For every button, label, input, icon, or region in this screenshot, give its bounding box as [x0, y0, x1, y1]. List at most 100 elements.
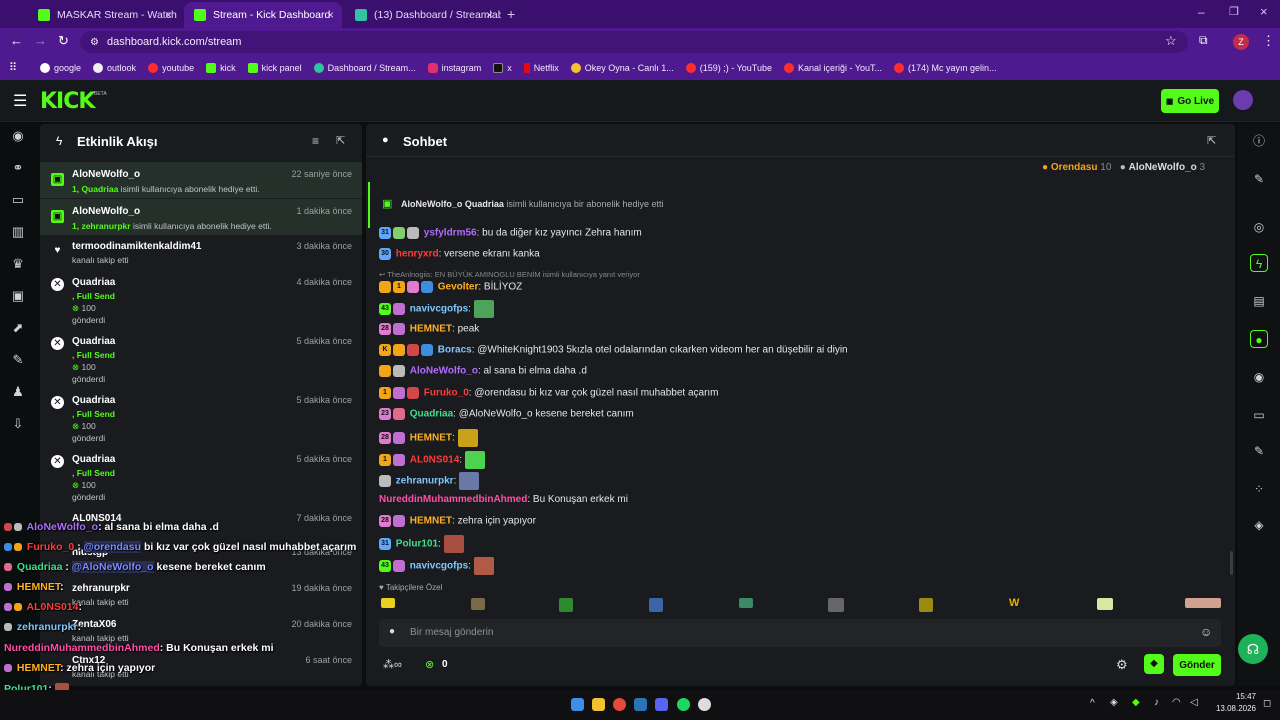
chat-message[interactable]: 43 navivcgofps:	[379, 300, 494, 318]
bookmark-netflix[interactable]: Netflix	[523, 63, 559, 73]
trophy-icon[interactable]: ♛	[8, 254, 28, 274]
activity-item[interactable]: ✕ Quadriaa 5 dakika önce , Full Send ⊗ 1…	[40, 333, 362, 391]
info-icon[interactable]: ⓘ	[1250, 132, 1268, 150]
chat-message[interactable]: 43 navivcgofps:	[379, 557, 494, 575]
emote[interactable]	[559, 598, 573, 612]
wrench-icon[interactable]: ✎	[1250, 442, 1268, 460]
spotify-icon[interactable]	[677, 698, 690, 711]
tray-app-icon[interactable]: ◆	[1132, 697, 1140, 708]
chat-message[interactable]: 31 Polur101:	[379, 535, 464, 553]
bookmark-youtube[interactable]: youtube	[148, 63, 194, 73]
chat-input-field[interactable]: ● Bir mesaj gönderin ☺	[379, 619, 1221, 647]
activity-item[interactable]: ✕ Quadriaa 5 dakika önce , Full Send ⊗ 1…	[40, 392, 362, 450]
support-headset-button[interactable]: ☊	[1238, 634, 1268, 664]
chat-message[interactable]: K Boracs: @WhiteKnight1903 5kızla otel o…	[379, 344, 848, 356]
kick-coin-icon[interactable]: ⊗	[425, 658, 434, 671]
camera-icon[interactable]: ◎	[1250, 218, 1268, 236]
chat-username[interactable]: NureddinMuhammedbinAhmed	[379, 494, 527, 505]
volume-icon[interactable]: ◁	[1190, 697, 1198, 708]
emote-w[interactable]: W	[1009, 597, 1019, 609]
file-explorer-icon[interactable]	[592, 698, 605, 711]
activity-user[interactable]: Quadriaa	[72, 395, 115, 406]
clock-time[interactable]: 15:47	[1212, 692, 1256, 701]
gift-target[interactable]: Quadriaa	[465, 199, 504, 209]
start-icon[interactable]	[571, 698, 584, 711]
user-avatar[interactable]	[1233, 90, 1253, 110]
send-button[interactable]: Gönder	[1173, 654, 1221, 676]
chat-username[interactable]: zehranurpkr	[396, 476, 454, 487]
edit-pencil-icon[interactable]: ✎	[1250, 170, 1268, 188]
close-icon[interactable]: ×	[486, 8, 493, 22]
chat-message[interactable]: NureddinMuhammedbinAhmed: Bu Konuşan erk…	[379, 494, 628, 505]
chrome-icon[interactable]	[613, 698, 626, 711]
chat-username[interactable]: Polur101	[396, 539, 438, 550]
steam-tray-icon[interactable]: ◈	[1110, 697, 1118, 708]
emoji-picker-icon[interactable]: ☺	[1200, 625, 1212, 639]
chat-username[interactable]: HEMNET	[410, 433, 452, 444]
reload-icon[interactable]: ↻	[58, 33, 69, 49]
link-icon[interactable]: ⚭	[8, 158, 28, 178]
bookmark-instagram[interactable]: instagram	[427, 63, 481, 73]
bookmark-youtube-159[interactable]: (159) ;) - YouTube	[685, 63, 772, 73]
settings-gear-icon[interactable]: ⚙	[1116, 657, 1128, 673]
window-icon[interactable]: ▭	[8, 190, 28, 210]
microphone-icon[interactable]: ♪	[1154, 697, 1159, 708]
gifter-name[interactable]: Orendasu	[1051, 162, 1098, 173]
close-icon[interactable]: ×	[327, 8, 334, 22]
forward-icon[interactable]: →	[34, 33, 47, 48]
chat-message[interactable]: AloNeWolfo_o: al sana bi elma daha .d	[379, 365, 587, 377]
activity-user[interactable]: AloNeWolfo_o	[72, 169, 140, 180]
url-input[interactable]: ⚙ dashboard.kick.com/stream	[80, 31, 1188, 53]
chat-message[interactable]: 23 Quadriaa: @AloNeWolfo_o kesene bereke…	[379, 408, 634, 420]
emote[interactable]	[919, 598, 933, 612]
bookmark-kick-panel[interactable]: kick panel	[247, 63, 302, 73]
bookmark-outlook[interactable]: outlook	[93, 63, 136, 73]
go-live-button[interactable]: ◼ Go Live	[1161, 89, 1219, 113]
chart-icon[interactable]: ⬈	[8, 318, 28, 338]
activity-item[interactable]: ✕ Quadriaa 4 dakika önce , Full Send ⊗ 1…	[40, 274, 362, 332]
steam-icon[interactable]	[634, 698, 647, 711]
bookmark-google[interactable]: google	[40, 63, 81, 73]
chat-username[interactable]: AL0NS014	[410, 455, 459, 466]
site-info-icon[interactable]: ⚙	[90, 37, 99, 48]
chat-message[interactable]: 30 henryxrd: versene ekranı kanka	[379, 248, 540, 260]
chat-username[interactable]: HEMNET	[410, 516, 452, 527]
discord-icon[interactable]	[655, 698, 668, 711]
emote[interactable]	[739, 598, 753, 608]
chat-username[interactable]: AloNeWolfo_o	[410, 366, 478, 377]
chat-message[interactable]: 1 Gevolter: BİLİYOZ	[379, 281, 522, 293]
emote[interactable]	[1097, 598, 1113, 610]
new-tab-icon[interactable]: +	[507, 6, 515, 22]
filter-icon[interactable]: ≡	[312, 134, 319, 148]
bookmark-star-icon[interactable]: ☆	[1165, 33, 1177, 49]
apps-grid-icon[interactable]: ⠿	[9, 61, 17, 74]
wrench-icon[interactable]: ✎	[8, 350, 28, 370]
tab-streamlabs[interactable]: (13) Dashboard / Streamlabs ×	[345, 2, 501, 28]
chat-username[interactable]: navivcgofps	[410, 304, 468, 315]
tab-kick-dashboard[interactable]: Stream - Kick Dashboard ×	[184, 2, 342, 28]
activity-user[interactable]: zehranurpkr	[72, 583, 130, 594]
emote[interactable]	[381, 598, 395, 608]
activity-item[interactable]: ▣ AloNeWolfo_o 1 dakika önce 1, zehranur…	[40, 199, 362, 235]
apps-icon[interactable]: ⁘	[1250, 480, 1268, 498]
extensions-icon[interactable]: ⧉	[1199, 33, 1208, 48]
bookmark-mc-yayin[interactable]: (174) Mc yayın gelin...	[894, 63, 997, 73]
activity-user[interactable]: termoodinamiktenkaldim41	[72, 241, 201, 252]
hamburger-menu-icon[interactable]: ☰	[13, 91, 27, 111]
activity-item[interactable]: zehranurpkr 19 dakika önce kanalı takip …	[40, 580, 362, 614]
chat-username[interactable]: Quadriaa	[410, 409, 453, 420]
close-icon[interactable]: ×	[165, 8, 172, 22]
chat-message[interactable]: 28 HEMNET: zehra için yapıyor	[379, 515, 536, 527]
obs-icon[interactable]	[698, 698, 711, 711]
channel-points-icon[interactable]: ⁂∞	[383, 658, 402, 671]
tray-chevron-icon[interactable]: ^	[1090, 698, 1095, 709]
bookmark-x[interactable]: x	[493, 63, 512, 73]
close-window-icon[interactable]: ×	[1260, 4, 1268, 19]
tab-maskar[interactable]: MASKAR Stream - Watch Live o ×	[28, 2, 180, 28]
activity-user[interactable]: Quadriaa	[72, 454, 115, 465]
stream-broadcast-icon[interactable]: ◉	[8, 126, 28, 146]
download-icon[interactable]: ⇩	[8, 414, 28, 434]
activity-item[interactable]: ✕ Quadriaa 5 dakika önce , Full Send ⊗ 1…	[40, 451, 362, 509]
activity-item[interactable]: ▣ AloNeWolfo_o 22 saniye önce 1, Quadria…	[40, 162, 362, 198]
activity-user[interactable]: AloNeWolfo_o	[72, 206, 140, 217]
